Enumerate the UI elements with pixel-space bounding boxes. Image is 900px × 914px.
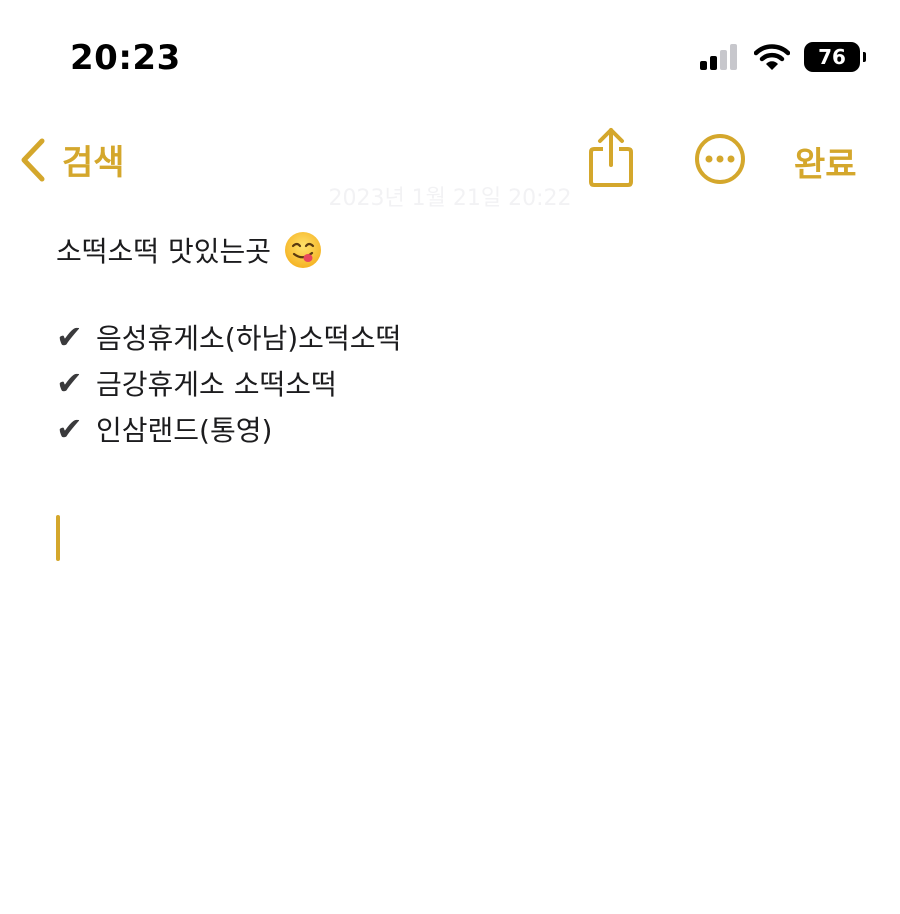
status-icons: 76 <box>700 40 866 74</box>
list-item-text: 인삼랜드(통영) <box>96 414 273 447</box>
back-label: 검색 <box>62 143 125 183</box>
battery-level: 76 <box>818 45 846 69</box>
yum-face-emoji-icon <box>284 232 321 268</box>
battery-icon: 76 <box>804 42 866 72</box>
list-item-text: 음성휴게소(하남)소떡소떡 <box>96 322 402 355</box>
note-title: 소떡소떡 맛있는곳 <box>56 228 860 272</box>
back-button[interactable]: 검색 <box>18 135 125 184</box>
text-cursor <box>56 515 60 561</box>
list-item: ✔ 음성휴게소(하남)소떡소떡 <box>56 314 860 360</box>
checkmark-icon: ✔ <box>56 318 83 356</box>
note-editor[interactable]: 소떡소떡 맛있는곳 ✔ 음성휴게소(하남)소떡소떡 ✔ 금강휴게소 소떡소떡 ✔… <box>56 228 860 452</box>
note-date: 2023년 1월 21일 20:22 <box>328 186 572 211</box>
status-time: 20:23 <box>70 38 181 78</box>
wifi-icon <box>754 44 790 70</box>
note-title-text: 소떡소떡 맛있는곳 <box>56 235 271 268</box>
checkmark-icon: ✔ <box>56 410 83 448</box>
checkmark-icon: ✔ <box>56 364 83 402</box>
share-icon <box>589 128 633 187</box>
signal-icon <box>700 44 737 70</box>
chevron-left-icon <box>21 138 45 181</box>
more-icon <box>695 134 745 184</box>
list-item-text: 금강휴게소 소떡소떡 <box>96 368 337 401</box>
list-item: ✔ 인삼랜드(통영) <box>56 406 860 452</box>
done-button[interactable]: 완료 <box>794 137 857 186</box>
list-item: ✔ 금강휴게소 소떡소떡 <box>56 360 860 406</box>
